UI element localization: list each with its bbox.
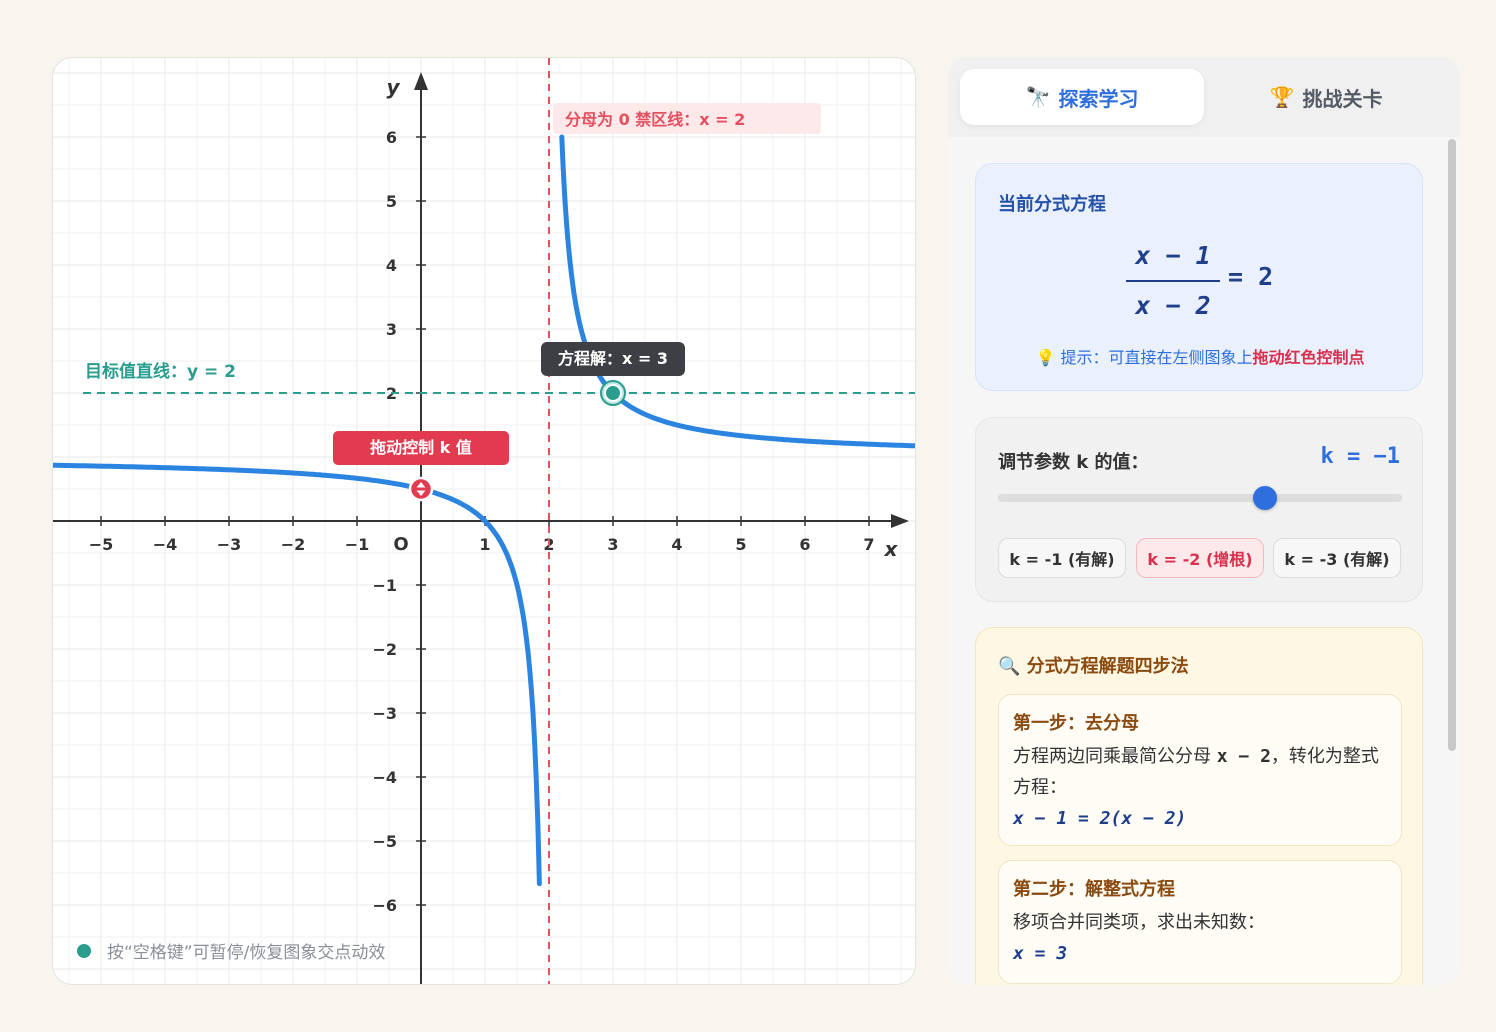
step-1-formula: x − 1 = 2(x − 2) <box>1013 808 1187 829</box>
x-tick-label: −1 <box>345 535 370 554</box>
step-1-text-mono: x − 2 <box>1216 746 1271 767</box>
keyboard-hint-text: 按“空格键”可暂停/恢复图象交点动效 <box>107 943 386 963</box>
y-tick-label: −2 <box>372 640 397 659</box>
y-tick-label: −5 <box>372 832 397 851</box>
y-tick-label: −1 <box>372 576 397 595</box>
step-2-text: 移项合并同类项，求出未知数： <box>1013 912 1265 933</box>
x-tick-label: 3 <box>607 535 618 554</box>
k-control-point[interactable] <box>408 476 434 502</box>
x-axis-label: x <box>884 537 899 561</box>
k-label: 调节参数 k 的值： <box>998 452 1149 473</box>
y-axis-arrow-icon <box>414 72 428 90</box>
keyboard-hint: 按“空格键”可暂停/恢复图象交点动效 <box>77 938 385 963</box>
tab-challenge[interactable]: 🏆 挑战关卡 <box>1204 69 1448 125</box>
x-tick-label: 6 <box>799 535 810 554</box>
equation-denominator: x − 2 <box>1135 291 1211 320</box>
x-tick-label: −5 <box>89 535 114 554</box>
y-tick-label: 6 <box>386 128 397 147</box>
x-tick-label: 4 <box>671 535 682 554</box>
asymptote-label: 分母为 0 禁区线：x = 2 <box>565 110 745 129</box>
origin-label: O <box>393 534 408 555</box>
x-tick-label: −4 <box>153 535 178 554</box>
k-preset-button-2[interactable]: k = -2 (增根) <box>1136 538 1264 578</box>
y-tick-label: 5 <box>386 192 397 211</box>
k-slider-track[interactable] <box>998 494 1402 502</box>
equation-rhs: = 2 <box>1228 262 1274 291</box>
tab-bar: 🔭 探索学习 🏆 挑战关卡 <box>948 57 1460 138</box>
y-tick-label: 3 <box>386 320 397 339</box>
x-tick-label: −2 <box>281 535 306 554</box>
control-panel: 🔭 探索学习 🏆 挑战关卡 当前分式方程 x − 1 x − 2 = 2 💡 提… <box>948 57 1460 985</box>
k-preset-button-3[interactable]: k = -3 (有解) <box>1273 538 1401 578</box>
x-tick-label: 1 <box>479 535 490 554</box>
step-2: 第二步：解整式方程 移项合并同类项，求出未知数： x = 3 <box>998 860 1402 984</box>
y-tick-label: −6 <box>372 896 397 915</box>
equation-card: 当前分式方程 x − 1 x − 2 = 2 💡 提示：可直接在左侧图象上拖动红… <box>975 163 1423 391</box>
solution-point <box>604 384 622 402</box>
step-1-title: 第一步：去分母 <box>1013 713 1139 734</box>
equation-fraction: x − 1 x − 2 <box>1126 236 1220 326</box>
trophy-icon: 🏆 <box>1269 85 1295 109</box>
equation-title: 当前分式方程 <box>998 194 1106 215</box>
panel-scrollbar[interactable] <box>1448 139 1456 751</box>
tab-explore-label: 探索学习 <box>1058 86 1139 111</box>
steps-card: 🔍 分式方程解题四步法 第一步：去分母 方程两边同乘最简公分母 x − 2，转化… <box>975 627 1423 985</box>
k-preset-button-1[interactable]: k = -1 (有解) <box>998 538 1126 578</box>
x-tick-label: 5 <box>735 535 746 554</box>
drag-label: 拖动控制 k 值 <box>370 438 472 457</box>
k-value: k = −1 <box>1320 444 1400 469</box>
curve-left-branch <box>53 462 542 887</box>
y-axis-label: y <box>386 75 400 99</box>
axes <box>53 72 909 984</box>
status-dot-icon <box>77 943 91 958</box>
step-1-text: 方程两边同乘最简公分母 x − 2，转化为整式方程： <box>1013 741 1387 803</box>
step-2-formula: x = 3 <box>1013 943 1068 964</box>
graph-panel[interactable]: −5−4−3−2−11234567123456−1−2−3−4−5−6Oxy 分… <box>52 57 916 985</box>
function-graph[interactable]: −5−4−3−2−11234567123456−1−2−3−4−5−6Oxy 分… <box>53 58 916 985</box>
y-tick-label: −3 <box>372 704 397 723</box>
solution-label: 方程解：x = 3 <box>558 349 668 368</box>
equation-hint-emphasis: 拖动红色控制点 <box>1252 348 1365 367</box>
x-tick-label: 7 <box>863 535 874 554</box>
step-1: 第一步：去分母 方程两边同乘最简公分母 x − 2，转化为整式方程： x − 1… <box>998 694 1402 846</box>
equation-hint: 💡 提示：可直接在左侧图象上拖动红色控制点 <box>976 344 1424 368</box>
equation-numerator: x − 1 <box>1135 241 1211 270</box>
y-tick-label: −4 <box>372 768 397 787</box>
fraction-bar <box>1126 280 1220 282</box>
x-axis-arrow-icon <box>891 514 909 528</box>
telescope-icon: 🔭 <box>1025 85 1051 109</box>
steps-title: 🔍 分式方程解题四步法 <box>998 656 1189 677</box>
k-control-card: 调节参数 k 的值： k = −1 k = -1 (有解) k = -2 (增根… <box>975 417 1423 602</box>
step-2-title: 第二步：解整式方程 <box>1013 879 1175 900</box>
x-tick-label: −3 <box>217 535 242 554</box>
y-tick-label: 4 <box>386 256 397 275</box>
k-slider-thumb[interactable] <box>1252 486 1277 510</box>
equation-hint-prefix: 💡 提示：可直接在左侧图象上 <box>1035 348 1253 367</box>
tab-challenge-label: 挑战关卡 <box>1302 86 1383 111</box>
target-line-label: 目标值直线：y = 2 <box>85 361 236 382</box>
step-1-text-before: 方程两边同乘最简公分母 <box>1013 746 1211 767</box>
tab-explore[interactable]: 🔭 探索学习 <box>960 69 1204 125</box>
